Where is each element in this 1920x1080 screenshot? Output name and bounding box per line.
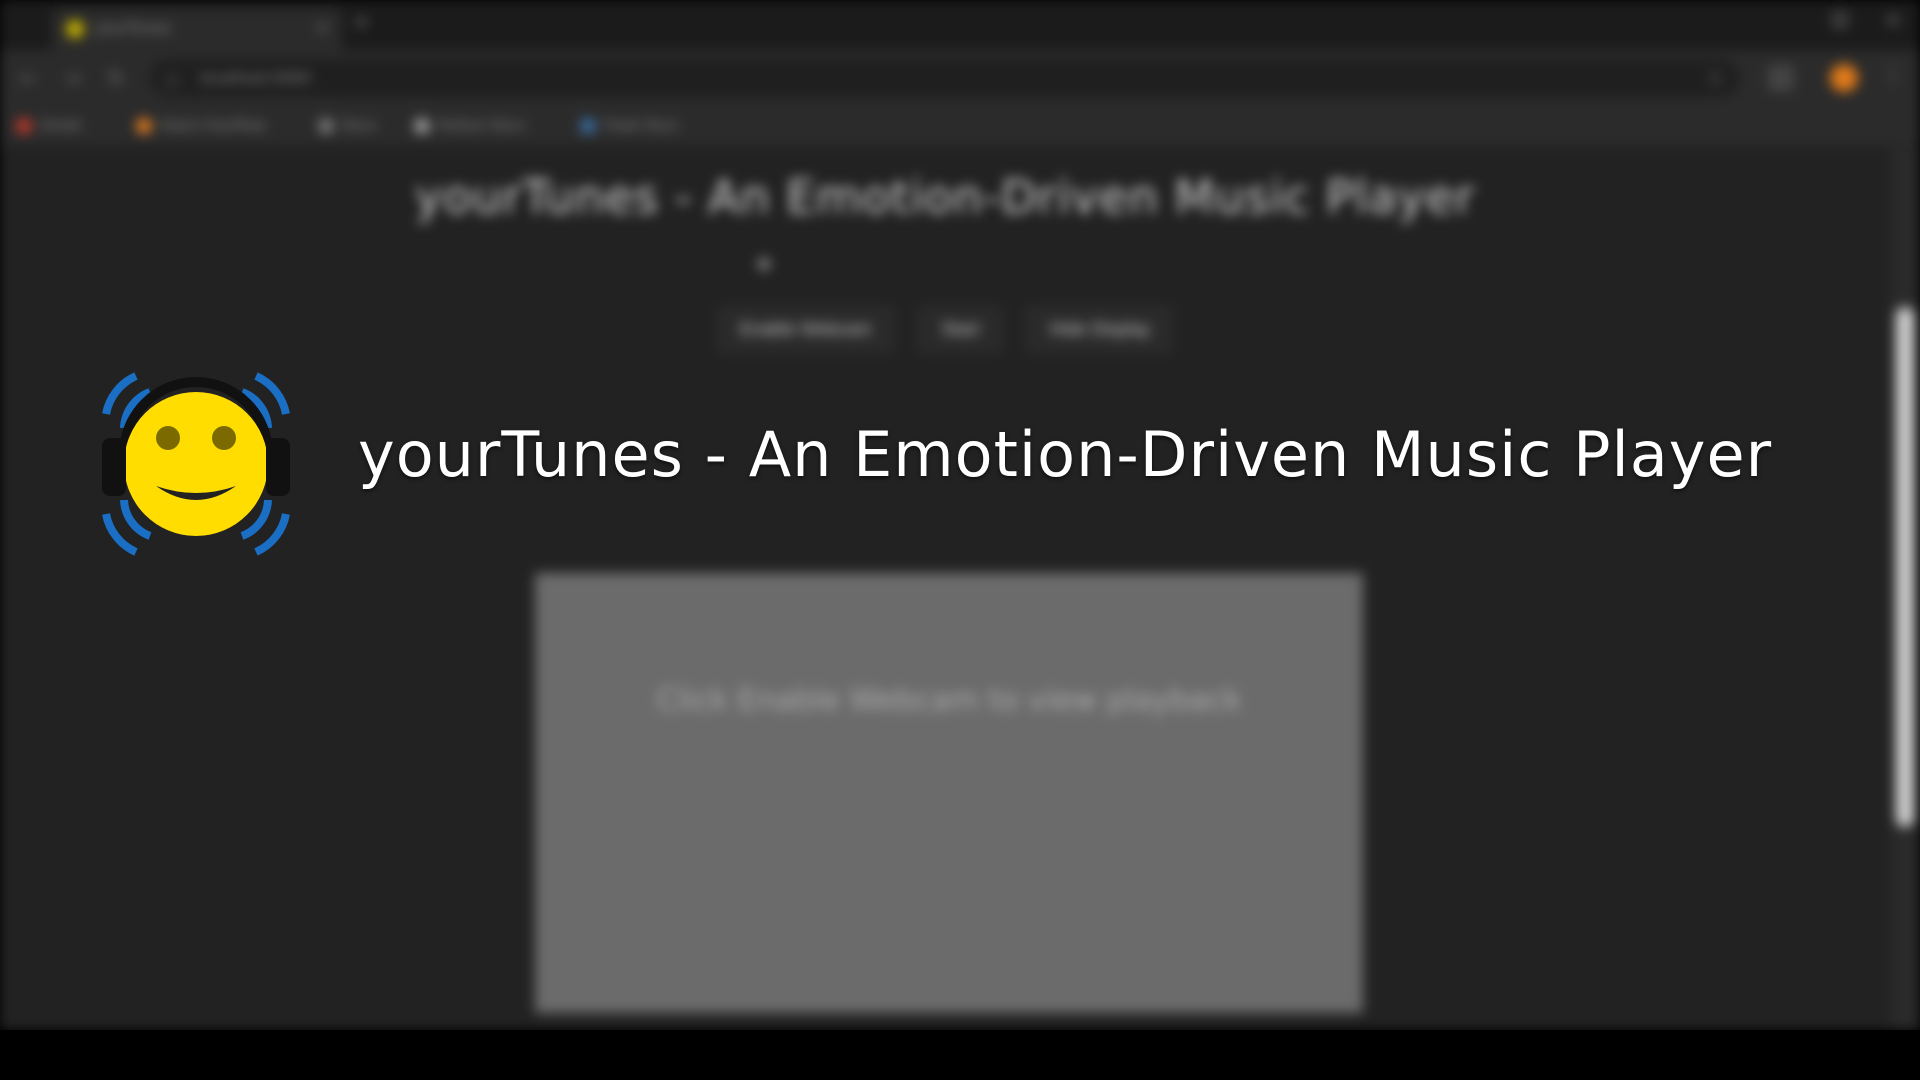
- enable-webcam-button[interactable]: Enable Webcam: [716, 306, 895, 353]
- hide-display-button[interactable]: Hide Display: [1026, 306, 1174, 353]
- webcam-message: Click Enable Webcam to view playback: [656, 683, 1242, 718]
- browser-menu-icon[interactable]: ⋮: [1882, 62, 1904, 87]
- start-button[interactable]: Start: [918, 306, 1003, 353]
- bookmark-favicon-icon: [318, 118, 334, 134]
- bookmark-item[interactable]: Docs: [318, 116, 376, 136]
- bookmark-favicon-icon: [580, 118, 596, 134]
- smiley-headphones-icon: [102, 372, 290, 556]
- bookmark-item[interactable]: Flask Docs: [580, 116, 679, 136]
- window-close-button[interactable]: ×: [1884, 8, 1902, 33]
- favicon-icon: [66, 20, 84, 38]
- bookmark-favicon-icon: [414, 118, 430, 134]
- scrollbar-thumb[interactable]: [1896, 307, 1914, 827]
- browser-tab[interactable]: yourTunes ×: [52, 8, 342, 50]
- bookmark-item[interactable]: Python Docs: [414, 116, 525, 136]
- bookmarks-bar: Gmail Stack Overflow Docs Python Docs Fl…: [0, 106, 1920, 147]
- tab-close-icon[interactable]: ×: [315, 17, 330, 38]
- site-info-icon[interactable]: ⓘ: [164, 68, 180, 92]
- bookmark-star-icon[interactable]: ☆: [1706, 66, 1724, 90]
- address-bar[interactable]: ⓘ localhost:5000 ☆: [150, 59, 1740, 97]
- control-buttons: Enable Webcam Start Hide Display: [0, 306, 1890, 353]
- forward-button[interactable]: →: [64, 66, 81, 90]
- bookmark-item[interactable]: Gmail: [16, 116, 81, 136]
- browser-toolbar: ← → ↻ ⓘ localhost:5000 ☆ ⋮: [0, 50, 1920, 106]
- loading-dot-icon: [758, 258, 770, 270]
- overlay-title: yourTunes - An Emotion-Driven Music Play…: [358, 418, 1773, 491]
- extensions-icon[interactable]: [1768, 65, 1794, 91]
- letterbox-bar: [0, 1030, 1920, 1080]
- bookmark-favicon-icon: [136, 118, 152, 134]
- scrollbar-track[interactable]: [1890, 147, 1920, 1030]
- bookmark-favicon-icon: [16, 118, 32, 134]
- tab-title: yourTunes: [94, 19, 171, 37]
- page-heading: yourTunes - An Emotion-Driven Music Play…: [415, 170, 1475, 224]
- profile-avatar[interactable]: [1830, 64, 1858, 92]
- bookmark-item[interactable]: Stack Overflow: [136, 116, 266, 136]
- tab-strip: yourTunes × + ×: [0, 0, 1920, 50]
- new-tab-button[interactable]: +: [352, 10, 370, 35]
- tab-search-button[interactable]: [1830, 10, 1850, 30]
- back-button[interactable]: ←: [20, 66, 37, 90]
- webcam-display: Click Enable Webcam to view playback: [535, 573, 1363, 1013]
- address-url: localhost:5000: [200, 69, 311, 87]
- video-frame: yourTunes × + × ← → ↻ ⓘ localhost:5000 ☆…: [0, 0, 1920, 1080]
- reload-button[interactable]: ↻: [108, 66, 125, 90]
